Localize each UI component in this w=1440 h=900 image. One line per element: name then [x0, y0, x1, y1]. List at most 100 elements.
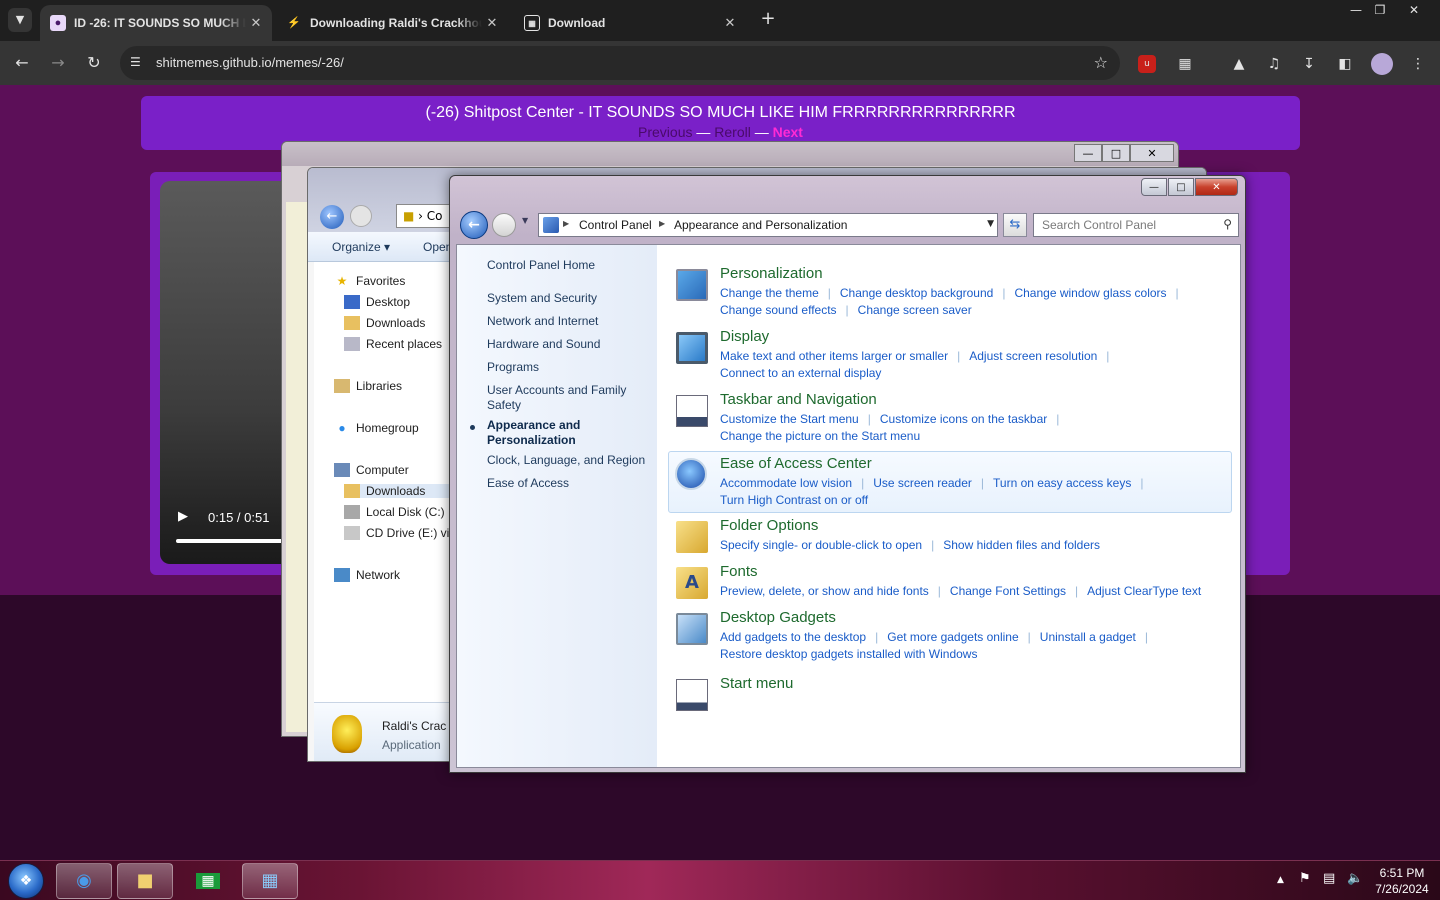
profile-avatar[interactable]: [1371, 53, 1393, 75]
tab-search-button[interactable]: ▼: [8, 8, 32, 32]
menu-kebab-icon[interactable]: ⋮: [1407, 53, 1429, 75]
tab-download[interactable]: ▦ Download ✕: [514, 5, 746, 41]
task-link[interactable]: Show hidden files and folders: [943, 538, 1100, 552]
category-title[interactable]: Start menu: [720, 675, 793, 692]
maximize-button[interactable]: □: [1102, 144, 1130, 162]
sidebar-item-user-accounts[interactable]: User Accounts and Family Safety: [487, 383, 637, 413]
control-panel-address-bar[interactable]: ▶ Control Panel ▶ Appearance and Persona…: [538, 213, 998, 237]
task-link[interactable]: Change screen saver: [858, 303, 972, 317]
control-panel-taskbar-icon[interactable]: ▦: [242, 863, 298, 899]
sidebar-item-network-internet[interactable]: Network and Internet: [487, 314, 652, 329]
reload-button[interactable]: ↻: [82, 51, 106, 75]
sidebar-item-hardware-sound[interactable]: Hardware and Sound: [487, 337, 652, 352]
side-panel-icon[interactable]: ◧: [1334, 53, 1356, 75]
task-link[interactable]: Change Font Settings: [950, 584, 1066, 598]
task-link[interactable]: Specify single- or double-click to open: [720, 538, 922, 552]
refresh-icon[interactable]: ⇆: [1003, 213, 1027, 237]
nav-desktop[interactable]: Desktop: [344, 295, 410, 309]
breadcrumb-control-panel[interactable]: Control Panel: [579, 218, 652, 232]
ublock-icon[interactable]: u: [1138, 55, 1156, 73]
task-link[interactable]: Make text and other items larger or smal…: [720, 349, 948, 363]
category-title[interactable]: Folder Options: [720, 517, 818, 534]
explorer-taskbar-icon[interactable]: ■: [117, 863, 173, 899]
nav-cd-drive[interactable]: CD Drive (E:) vir: [344, 526, 453, 540]
nav-homegroup[interactable]: ● Homegroup: [334, 421, 418, 435]
back-arrow-icon[interactable]: ←: [460, 211, 488, 239]
category-title[interactable]: Fonts: [720, 563, 758, 580]
organize-button[interactable]: Organize ▾: [332, 240, 390, 254]
play-icon[interactable]: ▶: [178, 509, 188, 524]
task-link[interactable]: Uninstall a gadget: [1040, 630, 1136, 644]
nav-network[interactable]: Network: [334, 568, 400, 582]
close-button[interactable]: ✕: [1195, 178, 1238, 196]
task-link[interactable]: Change sound effects: [720, 303, 837, 317]
task-link[interactable]: Turn High Contrast on or off: [720, 493, 868, 507]
previous-link[interactable]: Previous: [638, 124, 692, 140]
close-tab-icon[interactable]: ✕: [482, 15, 502, 31]
category-title[interactable]: Personalization: [720, 265, 823, 282]
back-button[interactable]: ←: [10, 51, 34, 75]
forward-arrow-icon[interactable]: [492, 213, 516, 237]
minimize-button[interactable]: —: [1074, 144, 1102, 162]
recent-pages-dropdown-icon[interactable]: ▼: [522, 216, 528, 225]
breadcrumb-separator-icon[interactable]: ▶: [659, 219, 665, 228]
show-hidden-icons-icon[interactable]: ▲: [1277, 875, 1284, 885]
excel-taskbar-icon[interactable]: ▦: [180, 863, 236, 899]
tab-meme[interactable]: ● ID -26: IT SOUNDS SO MUCH LIKE HIM ✕: [40, 5, 272, 41]
task-link[interactable]: Adjust screen resolution: [969, 349, 1097, 363]
search-input[interactable]: Search Control Panel ⚲: [1033, 213, 1239, 237]
close-button[interactable]: ✕: [1130, 144, 1174, 162]
task-link[interactable]: Customize icons on the taskbar: [880, 412, 1047, 426]
extensions-icon[interactable]: ▦: [1174, 53, 1196, 75]
sidebar-item-clock-language[interactable]: Clock, Language, and Region: [487, 453, 652, 468]
task-link[interactable]: Accommodate low vision: [720, 476, 852, 490]
task-link[interactable]: Change the theme: [720, 286, 819, 300]
labs-flask-icon[interactable]: ▲: [1228, 53, 1250, 75]
nav-recent-places[interactable]: Recent places: [344, 337, 442, 351]
chrome-taskbar-icon[interactable]: ◉: [56, 863, 112, 899]
back-arrow-icon[interactable]: ←: [320, 205, 344, 229]
close-tab-icon[interactable]: ✕: [246, 15, 266, 31]
open-button[interactable]: Open: [423, 240, 452, 254]
search-icon[interactable]: ⚲: [1223, 217, 1232, 231]
breadcrumb-appearance[interactable]: Appearance and Personalization: [674, 218, 847, 232]
category-title[interactable]: Ease of Access Center: [720, 455, 872, 472]
downloads-icon[interactable]: ↧: [1298, 53, 1320, 75]
task-link[interactable]: Change the picture on the Start menu: [720, 429, 920, 443]
task-link[interactable]: Preview, delete, or show and hide fonts: [720, 584, 929, 598]
nav-libraries[interactable]: Libraries: [334, 379, 402, 393]
new-tab-button[interactable]: +: [758, 8, 778, 29]
bookmark-star-icon[interactable]: ☆: [1094, 53, 1108, 72]
task-link[interactable]: Change desktop background: [840, 286, 993, 300]
media-controls-icon[interactable]: ♫: [1263, 53, 1285, 75]
sidebar-item-ease-of-access[interactable]: Ease of Access: [487, 476, 652, 491]
nav-favorites[interactable]: ★ Favorites: [334, 274, 406, 288]
breadcrumb-separator-icon[interactable]: ▶: [563, 219, 569, 228]
action-center-flag-icon[interactable]: ⚑: [1299, 871, 1311, 886]
task-link[interactable]: Customize the Start menu: [720, 412, 859, 426]
task-link[interactable]: Adjust ClearType text: [1087, 584, 1201, 598]
tab-downloading[interactable]: ⚡ Downloading Raldi's Crackhouse ✕: [276, 5, 508, 41]
video-player[interactable]: [160, 181, 300, 564]
reroll-link[interactable]: Reroll: [714, 124, 751, 140]
nav-computer[interactable]: Computer: [334, 463, 409, 477]
address-bar[interactable]: ☰ shitmemes.github.io/memes/-26/ ☆: [120, 46, 1120, 80]
sidebar-item-system-security[interactable]: System and Security: [487, 291, 652, 306]
task-link[interactable]: Change window glass colors: [1014, 286, 1166, 300]
task-link[interactable]: Turn on easy access keys: [993, 476, 1131, 490]
nav-downloads-selected[interactable]: Downloads: [344, 484, 464, 498]
system-clock[interactable]: 6:51 PM 7/26/2024: [1372, 865, 1432, 897]
task-link[interactable]: Add gadgets to the desktop: [720, 630, 866, 644]
close-window-button[interactable]: ✕: [1400, 0, 1428, 20]
restore-button[interactable]: ❐: [1366, 0, 1394, 20]
minimize-button[interactable]: —: [1141, 178, 1167, 196]
close-tab-icon[interactable]: ✕: [720, 15, 740, 31]
nav-local-disk[interactable]: Local Disk (C:): [344, 505, 445, 519]
category-title[interactable]: Display: [720, 328, 769, 345]
forward-button[interactable]: →: [46, 51, 70, 75]
network-icon[interactable]: ▤: [1323, 871, 1335, 886]
control-panel-home-link[interactable]: Control Panel Home: [487, 258, 652, 273]
next-link[interactable]: Next: [773, 124, 803, 140]
forward-arrow-icon[interactable]: [350, 205, 372, 227]
volume-muted-icon[interactable]: 🔈: [1347, 871, 1363, 886]
